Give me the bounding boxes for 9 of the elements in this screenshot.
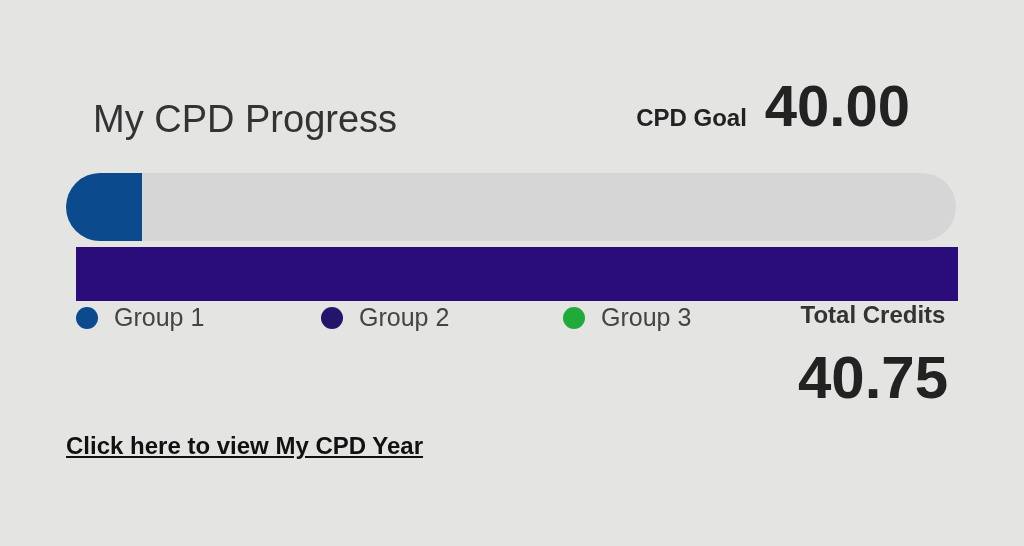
legend-label: Group 1 xyxy=(114,303,205,332)
goal-label: CPD Goal xyxy=(636,104,747,132)
legend-label: Group 2 xyxy=(359,303,450,332)
cpd-year-link[interactable]: Click here to view My CPD Year xyxy=(66,432,424,460)
total-value: 40.75 xyxy=(797,343,949,412)
card-title: My CPD Progress xyxy=(93,98,398,141)
goal-value: 40.00 xyxy=(764,72,910,139)
total-label: Total Credits xyxy=(800,301,946,329)
legend-label: Group 3 xyxy=(601,303,692,332)
